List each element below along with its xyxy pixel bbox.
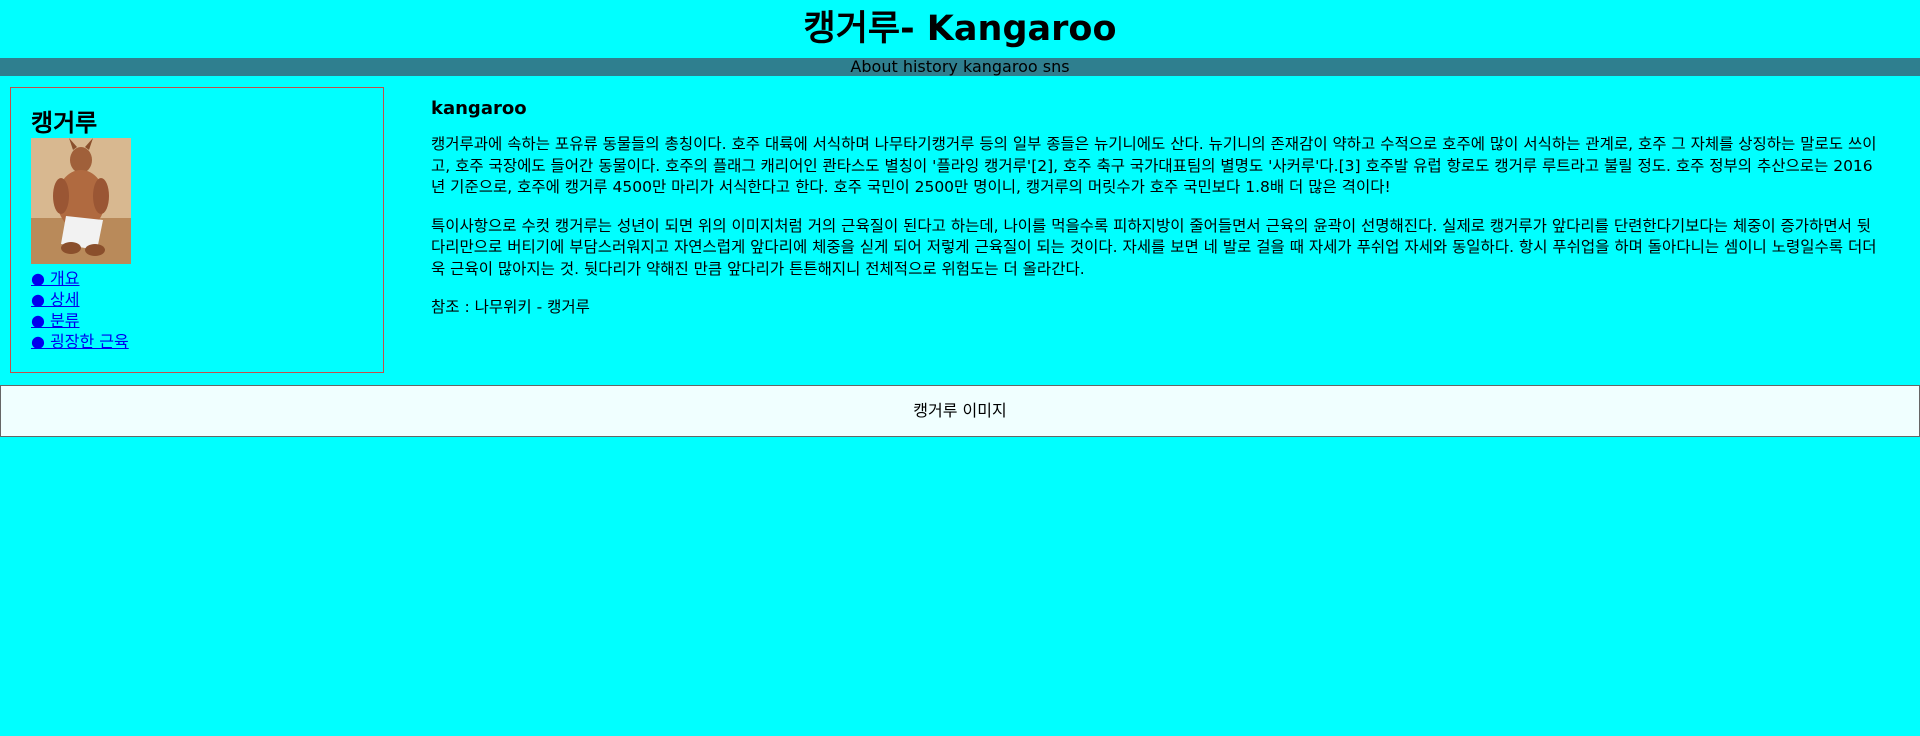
kangaroo-photo [31,138,131,264]
sidebar: 캥거루 ● 개요 ● 상세 ● 분류 ● 굉장한 근육 [10,87,384,373]
sidebar-link-detail[interactable]: ● 상세 [31,289,363,310]
reference-text: 참조 : 나무위키 - 캥거루 [431,298,590,316]
sidebar-links: ● 개요 ● 상세 ● 분류 ● 굉장한 근육 [31,268,363,352]
sidebar-title: 캥거루 [31,109,98,137]
sidebar-link-overview[interactable]: ● 개요 [31,268,363,289]
nav-link-about[interactable]: About [850,57,897,76]
sidebar-link-classification[interactable]: ● 분류 [31,310,363,331]
main-content: kangaroo 캥거루과에 속하는 포유류 동물들의 총칭이다. 호주 대륙에… [431,98,1885,336]
footer-image-bar: 캥거루 이미지 [0,385,1920,437]
main-heading: kangaroo [431,98,527,119]
top-navbar: About history kangaroo sns [0,58,1920,76]
nav-link-history[interactable]: history [903,57,958,76]
nav-link-kangaroo[interactable]: kangaroo [963,57,1038,76]
paragraph-muscle: 특이사항으로 수컷 캥거루는 성년이 되면 위의 이미지처럼 거의 근육질이 된… [431,216,1877,278]
nav-link-sns[interactable]: sns [1043,57,1070,76]
page-title: 캥거루- Kangaroo [803,9,1117,49]
footer-label: 캥거루 이미지 [913,401,1007,420]
content-row: 캥거루 ● 개요 ● 상세 ● 분류 ● 굉장한 근육 kangaroo 캥거루… [0,76,1920,374]
paragraph-intro: 캥거루과에 속하는 포유류 동물들의 총칭이다. 호주 대륙에 서식하며 나무타… [431,135,1877,196]
kangaroo-image [31,138,131,264]
sidebar-link-muscle[interactable]: ● 굉장한 근육 [31,331,363,352]
